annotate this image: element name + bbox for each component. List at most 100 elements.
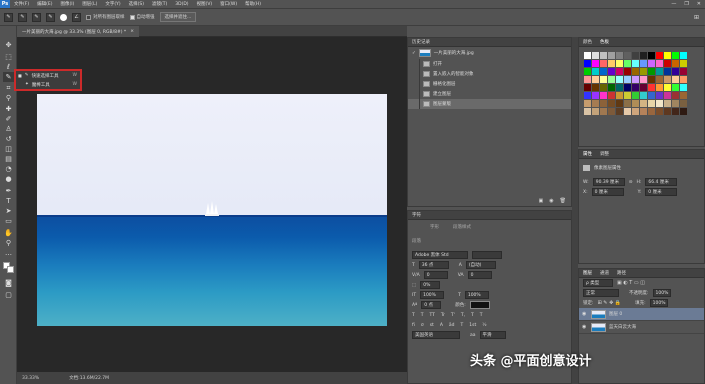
menu-edit[interactable]: 编辑(E) [33,1,56,7]
color-swatch[interactable] [656,84,663,91]
color-swatch[interactable] [680,68,687,75]
color-swatch[interactable] [624,68,631,75]
clone-stamp-icon[interactable]: ♙ [3,124,14,134]
menu-help[interactable]: 帮助(H) [241,1,265,7]
path-selection-icon[interactable]: ➤ [3,206,14,216]
pen-tool-icon[interactable]: ✒ [3,186,14,196]
opentype-ad-icon[interactable]: ād [449,323,455,328]
layer-row[interactable]: ◉ 蓝天白云大海 [579,321,704,334]
color-swatch[interactable] [600,76,607,83]
new-selection-icon[interactable]: ✎ [18,12,27,22]
color-swatch[interactable] [632,60,639,67]
menu-file[interactable]: 文件(F) [10,1,33,7]
color-swatch[interactable] [592,76,599,83]
color-swatch[interactable] [640,100,647,107]
color-swatch[interactable] [664,60,671,67]
color-swatch[interactable] [592,60,599,67]
tsume-field[interactable]: 0% [420,281,441,289]
color-swatch[interactable] [600,60,607,67]
blend-mode-select[interactable]: 正常 [583,289,619,297]
vertical-scale-field[interactable]: 100% [420,291,445,299]
color-swatch[interactable] [624,76,631,83]
history-item[interactable]: 栅格化图层 [408,79,571,89]
color-swatch[interactable] [608,52,615,59]
color-swatch[interactable] [680,100,687,107]
color-swatch[interactable] [640,76,647,83]
trash-icon[interactable]: 🗑 [560,198,566,204]
marquee-tool-icon[interactable]: ⬚ [3,52,14,62]
faux-italic-icon[interactable]: T [421,313,424,318]
color-swatch[interactable] [640,108,647,115]
color-swatch[interactable] [624,100,631,107]
color-swatch[interactable] [584,100,591,107]
opentype-1st-icon[interactable]: 1st [469,323,476,328]
history-brush-icon[interactable]: ↺ [3,134,14,144]
superscript-icon[interactable]: T' [451,313,455,318]
color-swatch[interactable] [584,84,591,91]
menu-filter[interactable]: 滤镜(T) [148,1,171,7]
eye-icon[interactable]: ◉ [582,324,588,330]
color-swatch[interactable] [640,60,647,67]
history-tab[interactable]: 历史记录 [412,39,430,45]
color-swatch[interactable] [656,100,663,107]
tab-paragraph[interactable]: 段落 [412,238,421,244]
close-window-button[interactable]: ✕ [697,1,701,7]
history-item[interactable]: 置入嵌入的智能对象 [408,69,571,79]
color-swatch[interactable] [648,60,655,67]
color-swatch[interactable] [624,108,631,115]
horizontal-scale-field[interactable]: 100% [464,291,489,299]
color-swatch[interactable] [656,108,663,115]
color-swatch[interactable] [648,76,655,83]
fill-field[interactable]: 100% [649,299,668,307]
hand-tool-icon[interactable]: ✋ [3,228,14,238]
subtract-selection-icon[interactable]: ✎ [46,12,55,22]
color-swatch[interactable] [600,92,607,99]
text-color-swatch[interactable] [469,301,490,309]
minimize-button[interactable]: — [671,1,676,7]
tab-color[interactable]: 颜色 [583,39,592,45]
color-swatch[interactable] [672,60,679,67]
menu-view[interactable]: 视图(V) [193,1,217,7]
eraser-tool-icon[interactable]: ◫ [3,144,14,154]
opentype-fi-icon[interactable]: fi [412,323,415,328]
lock-icons[interactable]: ⊞ ✎ ✥ 🔒 [598,300,622,306]
color-swatch[interactable] [648,68,655,75]
color-swatch[interactable] [680,108,687,115]
font-style-select[interactable] [472,251,502,259]
color-swatch[interactable] [664,76,671,83]
color-swatch[interactable] [600,68,607,75]
language-select[interactable]: 美国英语 [412,331,460,339]
font-size-field[interactable]: 36 点 [418,261,449,269]
color-swatch[interactable] [608,68,615,75]
maximize-button[interactable]: ❐ [684,1,688,7]
new-document-from-state-icon[interactable]: ▣ [539,198,544,204]
color-swatch[interactable] [664,108,671,115]
faux-bold-icon[interactable]: T [412,313,415,318]
all-caps-icon[interactable]: TT [430,313,435,318]
add-selection-icon[interactable]: ✎ [32,12,41,22]
tab-paths[interactable]: 路径 [617,270,626,276]
quick-selection-tool-icon[interactable]: ✎ [4,12,13,22]
color-swatch[interactable] [616,76,623,83]
color-swatch[interactable] [616,68,623,75]
color-swatch[interactable] [664,68,671,75]
color-swatch[interactable] [648,52,655,59]
tab-swatches[interactable]: 色板 [600,39,609,45]
color-swatch[interactable] [672,84,679,91]
more-tools-icon[interactable]: … [3,248,14,258]
color-swatch[interactable] [656,92,663,99]
layer-row-selected[interactable]: ◉ 图层 0 [579,308,704,321]
menu-layer[interactable]: 图层(L) [78,1,101,7]
color-swatch[interactable] [600,84,607,91]
color-swatch[interactable] [592,100,599,107]
color-swatch[interactable] [624,52,631,59]
color-swatch[interactable] [632,52,639,59]
kerning-field[interactable]: 0 [423,271,448,279]
zoom-level[interactable]: 33.33% [22,376,39,381]
color-swatch[interactable] [624,84,631,91]
tab-layers[interactable]: 图层 [583,270,592,276]
tab-adjustments[interactable]: 调整 [600,151,609,157]
strikethrough-icon[interactable]: T [480,313,483,318]
color-swatch[interactable] [584,52,591,59]
color-swatch[interactable] [672,100,679,107]
